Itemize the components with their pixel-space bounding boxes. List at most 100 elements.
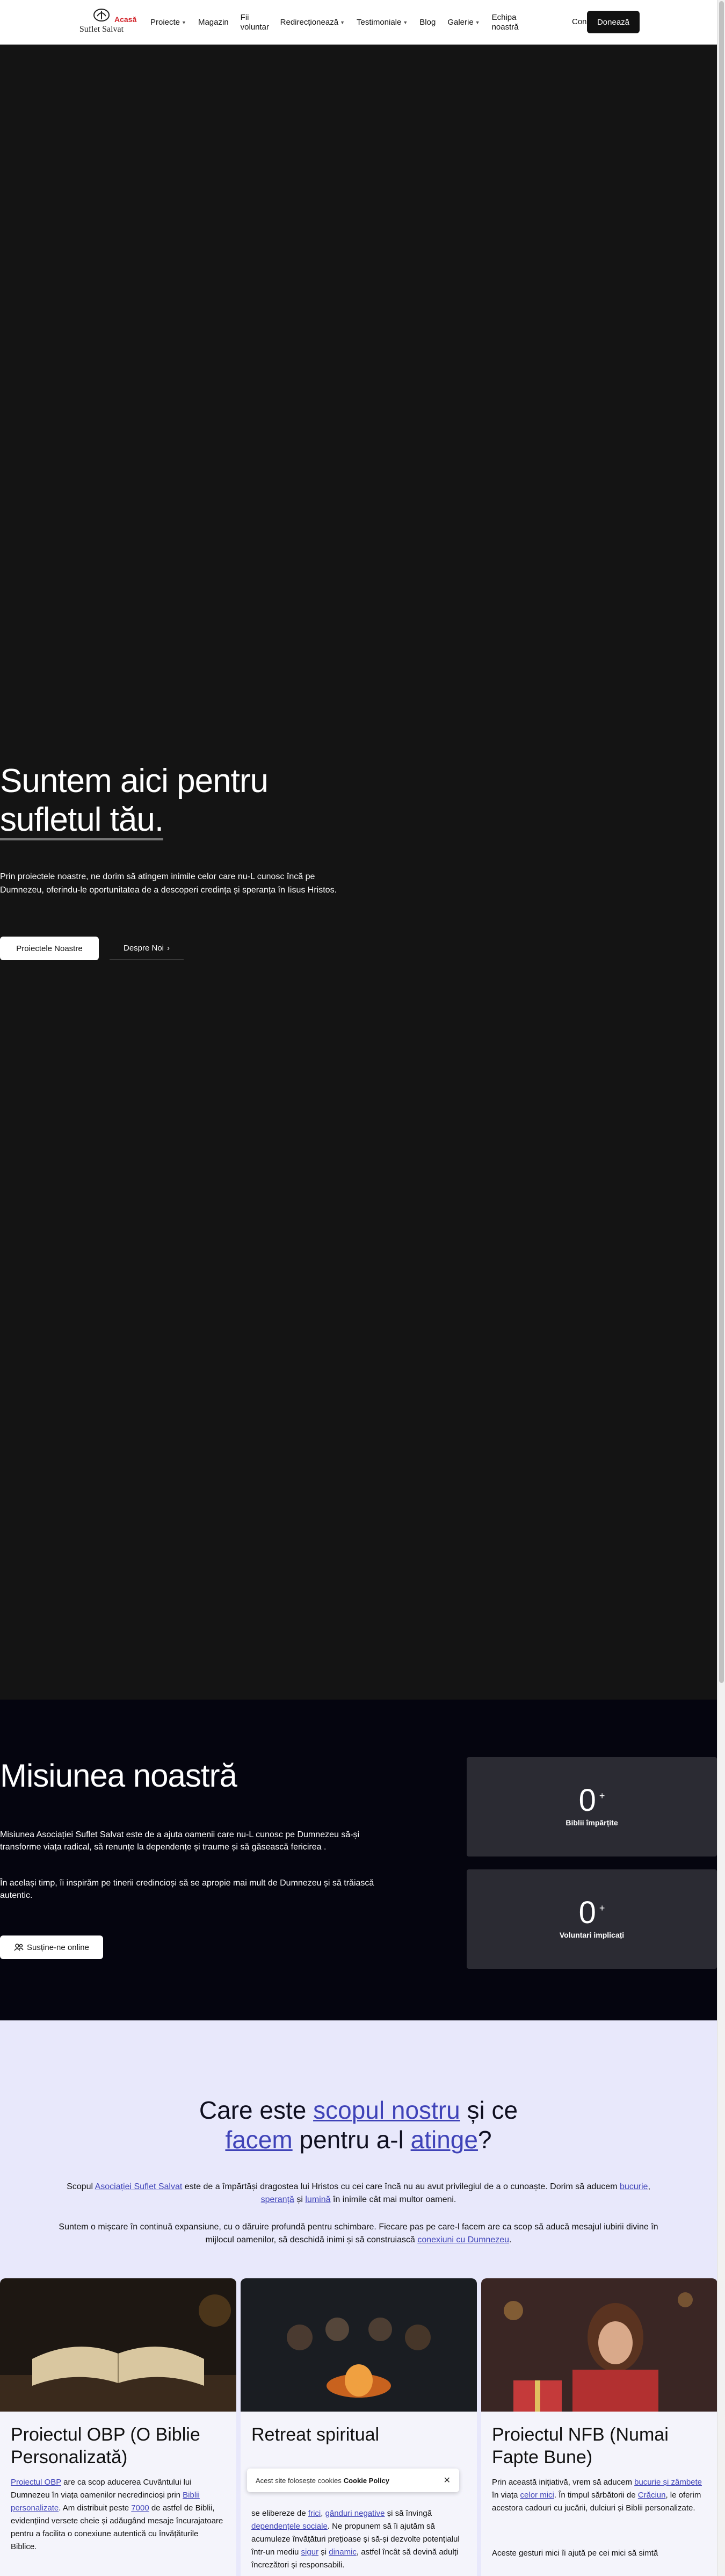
card-text: Prin această inițiativă, vrem să aducem … xyxy=(492,2476,707,2515)
nav-item-blog[interactable]: Blog xyxy=(419,18,436,27)
link-association[interactable]: Asociației Suflet Salvat xyxy=(95,2182,183,2191)
title-highlight: facem xyxy=(225,2126,293,2154)
stat-label: Biblii împărțite xyxy=(566,1818,618,1827)
purpose-text: Scopul Asociației Suflet Salvat este de … xyxy=(54,2181,663,2206)
text: . xyxy=(509,2235,512,2244)
purpose-text-2: Suntem o mișcare în continuă expansiune,… xyxy=(54,2221,663,2247)
link-obp[interactable]: Proiectul OBP xyxy=(11,2478,61,2487)
people-icon xyxy=(14,1944,24,1951)
nav-item-galerie[interactable]: Galerie ▼ xyxy=(447,18,480,27)
title-text: și ce xyxy=(460,2096,518,2124)
about-button[interactable]: Despre Noi › xyxy=(110,937,184,960)
purpose-title: Care este scopul nostru și ce facem pent… xyxy=(0,2096,717,2155)
chevron-down-icon: ▼ xyxy=(403,19,408,25)
stat-number: 0 xyxy=(578,1895,596,1930)
link-7000[interactable]: 7000 xyxy=(131,2503,149,2513)
text: , xyxy=(648,2182,650,2191)
link-dependente[interactable]: dependențele sociale xyxy=(251,2522,328,2531)
nav-label: Magazin xyxy=(198,17,229,27)
hero-section: Suntem aici pentru sufletul tău. Prin pr… xyxy=(0,45,717,1700)
link-frici[interactable]: frici xyxy=(308,2509,321,2518)
close-icon[interactable]: ✕ xyxy=(444,2475,451,2486)
mission-title: Misiunea noastră xyxy=(0,1758,237,1794)
project-card-retreat[interactable]: Retreat spiritual se elibereze de frici,… xyxy=(241,2278,477,2576)
nav-label: Proiecte xyxy=(150,17,180,27)
mission-section: Misiunea noastră Misiunea Asociației Suf… xyxy=(0,1700,717,2020)
link-celor-mici[interactable]: celor mici xyxy=(520,2491,554,2500)
hero-text: Prin proiectele noastre, ne dorim să ati… xyxy=(0,872,337,895)
link-sigur[interactable]: sigur xyxy=(301,2548,319,2557)
card-text: Proiectul OBP are ca scop aducerea Cuvân… xyxy=(11,2476,226,2553)
donate-button[interactable]: Donează xyxy=(587,11,640,33)
stat-label: Voluntari implicați xyxy=(559,1931,625,1939)
text: în viața xyxy=(492,2491,520,2500)
bible-photo xyxy=(0,2278,236,2412)
text: Suntem o mișcare în continuă expansiune,… xyxy=(59,2222,658,2244)
hero-title-line2: sufletul tău. xyxy=(0,801,164,840)
scrollbar-thumb[interactable] xyxy=(719,1,724,1683)
nav-label: Blog xyxy=(419,17,436,27)
logo-icon xyxy=(93,9,110,21)
purpose-section: Care este scopul nostru și ce facem pent… xyxy=(0,2020,717,2576)
child-gifts-photo xyxy=(481,2278,717,2412)
title-text: pentru a-l xyxy=(292,2126,411,2154)
chevron-down-icon: ▼ xyxy=(475,19,480,25)
nav-item-voluntar[interactable]: Fii voluntar xyxy=(241,13,269,32)
logo[interactable]: Acasă Suflet Salvat xyxy=(77,8,136,38)
card-title: Proiectul OBP (O Biblie Personalizată) xyxy=(11,2424,200,2467)
brand-name: Suflet Salvat xyxy=(79,25,124,34)
stat-suffix: + xyxy=(599,1903,605,1913)
link-dinamic[interactable]: dinamic xyxy=(329,2548,357,2557)
stat-card-volunteers: 0 + Voluntari implicați xyxy=(467,1869,717,1969)
project-card-nfb[interactable]: Proiectul NFB (Numai Fapte Bune) Prin ac… xyxy=(481,2278,717,2576)
text: și xyxy=(318,2548,329,2557)
text: și să învingă xyxy=(385,2509,432,2518)
main-nav: Proiecte ▼ Magazin Fii voluntar Redirecți… xyxy=(150,0,532,45)
text: și xyxy=(294,2195,306,2204)
project-card-obp[interactable]: Proiectul OBP (O Biblie Personalizată) P… xyxy=(0,2278,236,2576)
nav-item-magazin[interactable]: Magazin xyxy=(198,18,229,27)
text: în inimile cât mai multor oameni. xyxy=(330,2195,456,2204)
stat-card-bibles: 0 + Biblii împărțite xyxy=(467,1757,717,1857)
scrollbar[interactable] xyxy=(717,0,725,2576)
chevron-right-icon: › xyxy=(167,944,170,953)
chevron-down-icon: ▼ xyxy=(340,19,345,25)
hero-title: Suntem aici pentru sufletul tău. xyxy=(0,762,387,840)
link-conexiuni[interactable]: conexiuni cu Dumnezeu xyxy=(417,2235,509,2244)
link-speranta[interactable]: speranță xyxy=(261,2195,294,2204)
cookie-policy-link[interactable]: Cookie Policy xyxy=(344,2477,389,2485)
nav-label: Galerie xyxy=(447,17,474,27)
title-highlight: atinge xyxy=(410,2126,478,2154)
support-online-button[interactable]: Susține-ne online xyxy=(0,1935,103,1959)
site-header: Acasă Suflet Salvat Proiecte ▼ Magazin Fi… xyxy=(0,0,717,45)
card-title: Retreat spiritual xyxy=(251,2424,380,2445)
nav-label: Fii voluntar xyxy=(240,12,270,32)
link-bucurie[interactable]: bucurie și zâmbete xyxy=(634,2478,702,2487)
card-text-2: Aceste gesturi mici îi ajută pe cei mici… xyxy=(492,2549,658,2558)
nav-label: Redirecționează xyxy=(280,17,339,27)
nav-home[interactable]: Acasă xyxy=(114,15,136,24)
nav-item-redirectioneaza[interactable]: Redirecționează ▼ xyxy=(280,18,345,27)
stat-value: 0 + xyxy=(467,1891,717,1930)
projects-button[interactable]: Proiectele Noastre xyxy=(0,937,99,960)
hero-title-line1: Suntem aici pentru xyxy=(0,762,269,800)
cookie-banner: Acest site folosește cookies Cookie Poli… xyxy=(247,2469,459,2492)
nav-label: Echipa noastră xyxy=(491,12,519,32)
stat-suffix: + xyxy=(599,1790,605,1801)
text: . Am distribuit peste xyxy=(59,2503,132,2513)
link-ganduri[interactable]: gânduri negative xyxy=(325,2509,385,2518)
link-bucurie[interactable]: bucurie xyxy=(620,2182,648,2191)
link-craciun[interactable]: Crăciun xyxy=(638,2491,666,2500)
nav-item-echipa[interactable]: Echipa noastră xyxy=(492,13,520,32)
nav-item-contact[interactable]: Con xyxy=(572,17,587,26)
text: . În timpul sărbătorii de xyxy=(554,2491,638,2500)
nav-item-proiecte[interactable]: Proiecte ▼ xyxy=(150,18,186,27)
card-text: se elibereze de frici, gânduri negative … xyxy=(251,2507,466,2572)
text: este de a împărtăși dragostea lui Hristo… xyxy=(182,2182,620,2191)
nav-item-testimoniale[interactable]: Testimoniale ▼ xyxy=(357,18,408,27)
title-highlight: scopul nostru xyxy=(313,2096,460,2124)
link-lumina[interactable]: lumină xyxy=(305,2195,330,2204)
text: Scopul xyxy=(67,2182,95,2191)
chevron-down-icon: ▼ xyxy=(182,19,186,25)
text: , xyxy=(321,2509,325,2518)
